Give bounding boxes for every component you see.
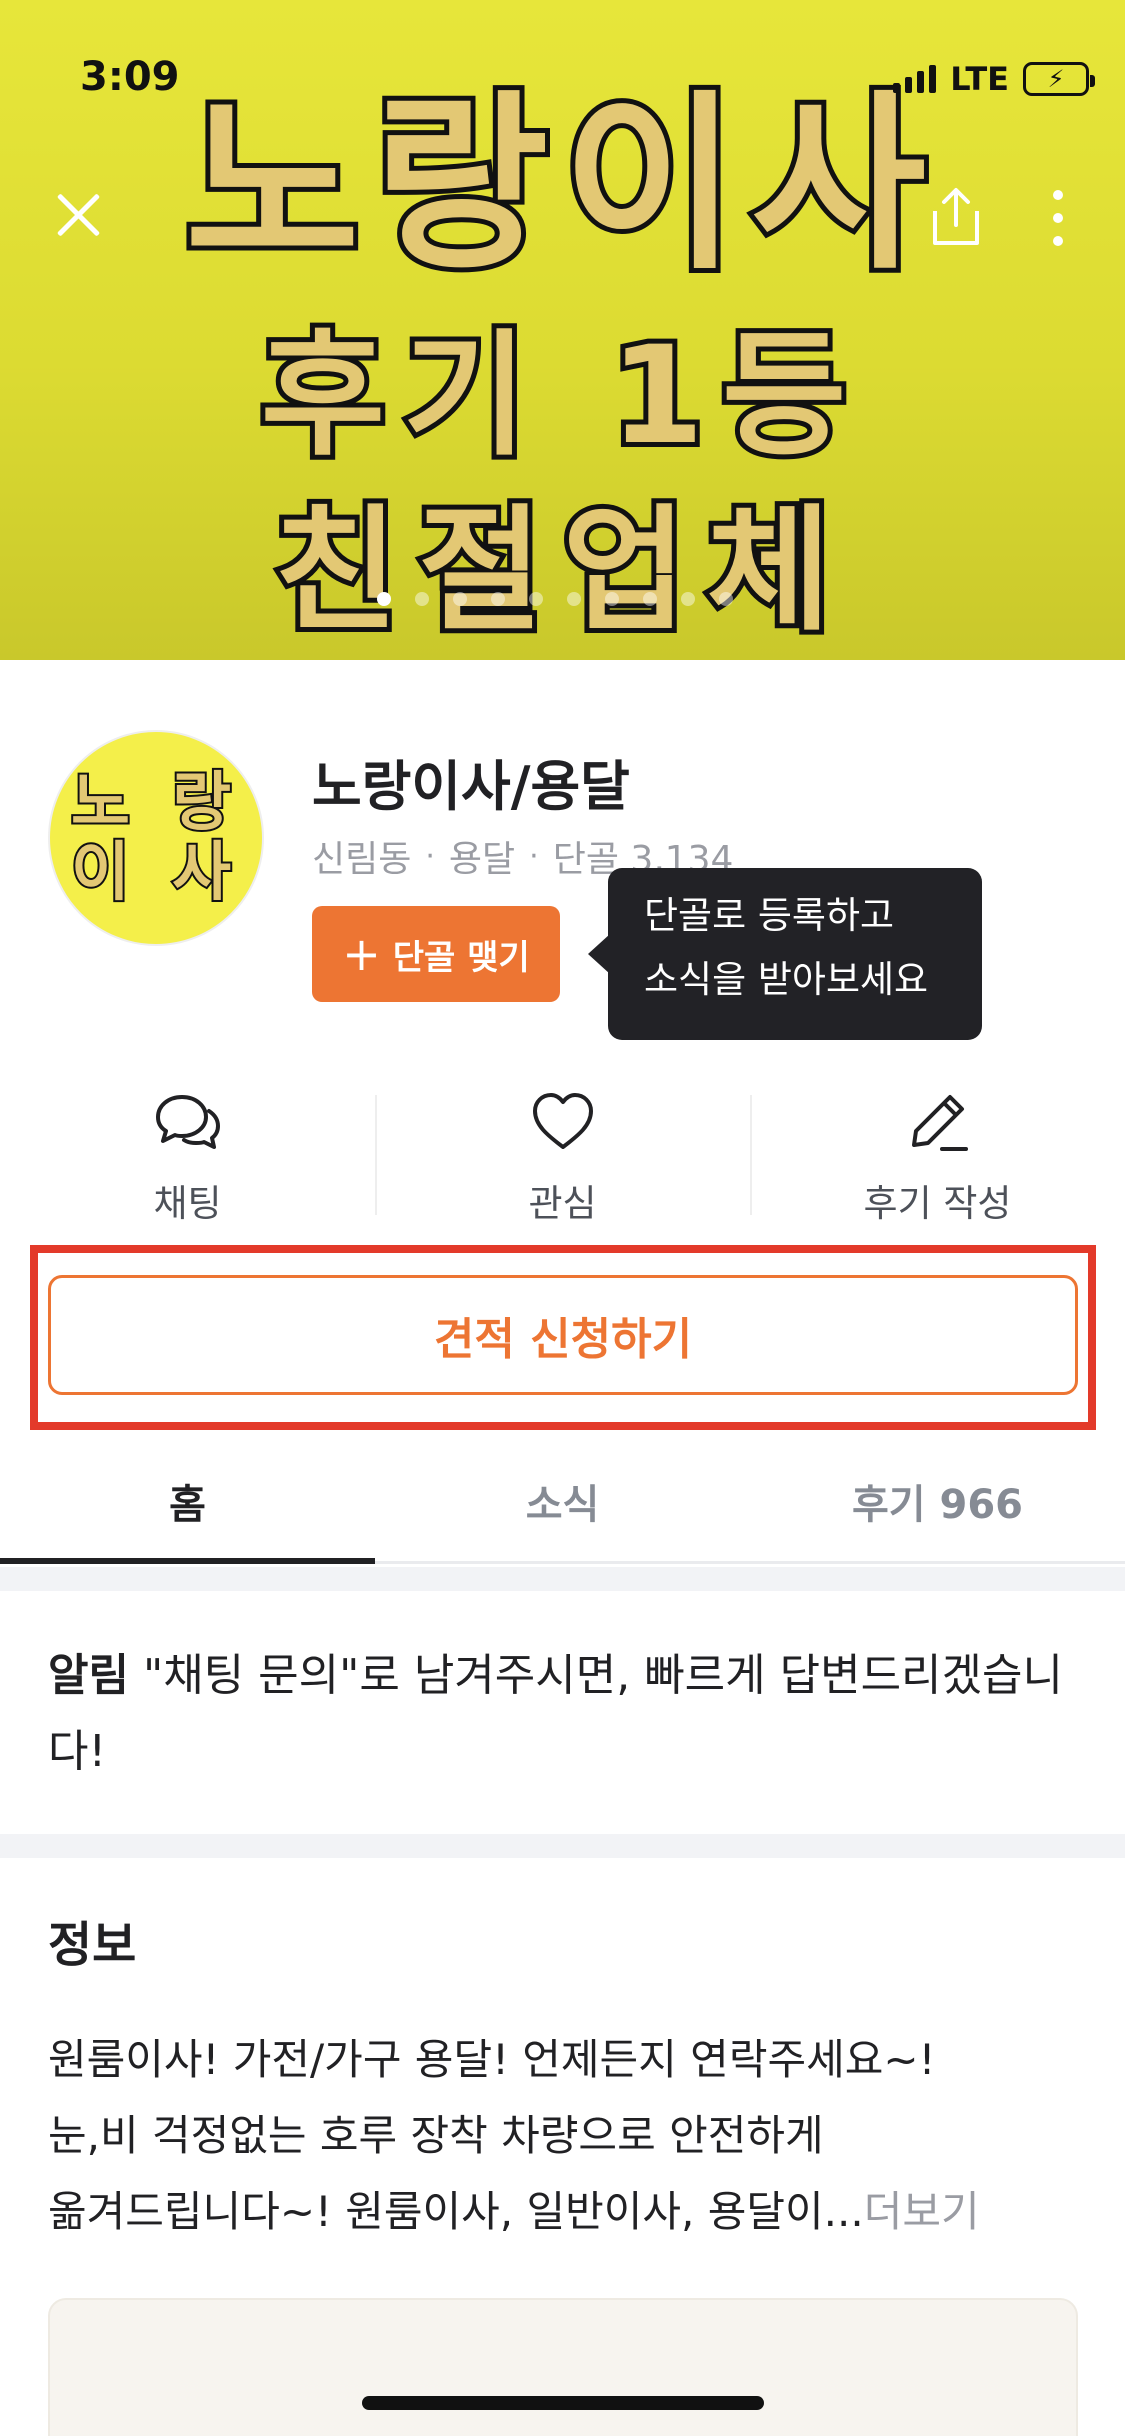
close-icon[interactable] bbox=[48, 185, 108, 245]
pencil-icon bbox=[911, 1095, 968, 1151]
notice-label: 알림 bbox=[48, 1650, 129, 1701]
pager-dot bbox=[681, 592, 695, 606]
status-indicators: LTE ⚡ bbox=[893, 60, 1095, 98]
hero-subtitle-line: 후기 1등 bbox=[256, 312, 865, 479]
battery-icon: ⚡ bbox=[1023, 62, 1095, 96]
status-time: 3:09 bbox=[80, 54, 180, 100]
signal-icon bbox=[893, 65, 937, 93]
map-card[interactable] bbox=[48, 2298, 1078, 2436]
more-vertical-icon[interactable] bbox=[1040, 190, 1076, 246]
chat-label: 채팅 bbox=[153, 1182, 222, 1225]
share-icon[interactable] bbox=[925, 185, 987, 249]
tooltip-line: 소식을 받아보세요 bbox=[644, 958, 929, 1001]
avatar-text: 노 랑 bbox=[69, 765, 242, 840]
store-profile: 노 랑 이 사 노랑이사/용달 신림동 · 용달 · 단골 3,134 + 단골… bbox=[0, 660, 1125, 1060]
meta-separator: · bbox=[425, 838, 435, 874]
pager-dot bbox=[491, 592, 505, 606]
hero-banner[interactable]: 노랑이사 후기 1등 친절업체 3:09 LTE ⚡ bbox=[0, 0, 1125, 660]
info-line: 눈,비 걱정없는 호루 장착 차량으로 안전하게 bbox=[48, 2111, 824, 2160]
meta-separator: · bbox=[529, 838, 539, 874]
tab-bar: 홈 소식 후기 966 bbox=[0, 1440, 1125, 1564]
pager-dot bbox=[605, 592, 619, 606]
store-category: 용달 bbox=[448, 839, 516, 880]
pager-dot bbox=[567, 592, 581, 606]
pager-dot bbox=[415, 592, 429, 606]
follow-tooltip: 단골로 등록하고 소식을 받아보세요 bbox=[588, 868, 982, 1040]
tab-reviews[interactable]: 후기 966 bbox=[750, 1440, 1125, 1561]
tab-home[interactable]: 홈 bbox=[0, 1440, 375, 1564]
chat-button[interactable]: 채팅 bbox=[0, 1075, 375, 1235]
request-estimate-button[interactable]: 견적 신청하기 bbox=[48, 1275, 1078, 1395]
like-label: 관심 bbox=[528, 1182, 597, 1225]
notice-text: "채팅 문의"로 남겨주시면, 빠르게 답변드리겠습니다! bbox=[48, 1650, 1063, 1777]
avatar-text: 이 사 bbox=[69, 836, 242, 911]
store-location: 신림동 bbox=[312, 839, 412, 880]
section-divider bbox=[0, 1834, 1125, 1858]
plus-icon: + bbox=[342, 927, 381, 981]
pager-dot bbox=[643, 592, 657, 606]
tooltip-line: 단골로 등록하고 bbox=[644, 894, 895, 937]
info-line-text: 옮겨드립니다~! 원룸이사, 일반이사, 용달이... bbox=[48, 2187, 864, 2236]
heart-icon bbox=[532, 1093, 593, 1149]
network-label: LTE bbox=[950, 60, 1009, 98]
chat-bubble-icon bbox=[155, 1095, 220, 1149]
info-line-last: 옮겨드립니다~! 원룸이사, 일반이사, 용달이...더보기 bbox=[48, 2174, 1078, 2250]
pager-dot bbox=[529, 592, 543, 606]
info-description: 원룸이사! 가전/가구 용달! 언제든지 연락주세요~! 눈,비 걱정없는 호루… bbox=[48, 2022, 1078, 2250]
follow-label: 단골 맺기 bbox=[392, 937, 530, 978]
pager-dot bbox=[377, 592, 391, 606]
write-review-label: 후기 작성 bbox=[863, 1182, 1012, 1225]
like-button[interactable]: 관심 bbox=[375, 1075, 750, 1235]
image-pager bbox=[377, 592, 733, 606]
notice-section: 알림 "채팅 문의"로 남겨주시면, 빠르게 답변드리겠습니다! bbox=[48, 1638, 1068, 1790]
more-link[interactable]: 더보기 bbox=[864, 2187, 980, 2236]
write-review-button[interactable]: 후기 작성 bbox=[750, 1075, 1125, 1235]
section-divider bbox=[0, 1567, 1125, 1591]
hero-subtitle-line: 친절업체 bbox=[269, 487, 851, 654]
pager-dot bbox=[453, 592, 467, 606]
action-bar: 채팅 관심 후기 작성 bbox=[0, 1075, 1125, 1235]
avatar: 노 랑 이 사 bbox=[48, 730, 264, 946]
info-title: 정보 bbox=[48, 1917, 137, 1973]
home-indicator bbox=[362, 2396, 764, 2410]
status-bar: 3:09 LTE ⚡ bbox=[0, 0, 1125, 150]
info-line: 원룸이사! 가전/가구 용달! 언제든지 연락주세요~! bbox=[48, 2035, 936, 2084]
store-name: 노랑이사/용달 bbox=[312, 755, 630, 818]
tab-news[interactable]: 소식 bbox=[375, 1440, 750, 1561]
pager-dot bbox=[719, 592, 733, 606]
follow-regular-button[interactable]: + 단골 맺기 bbox=[312, 906, 560, 1002]
